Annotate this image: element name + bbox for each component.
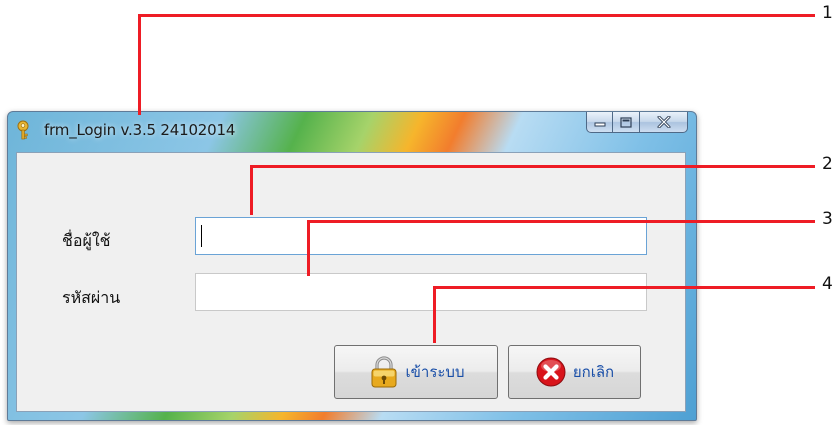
callout-number-1: 1 [822, 3, 833, 23]
callout-number-4: 4 [822, 274, 833, 294]
callout-line-4-horizontal [433, 286, 815, 289]
callout-line-2-vertical [250, 165, 253, 215]
callout-line-3-horizontal [307, 220, 815, 223]
callout-line-1-horizontal [138, 14, 815, 17]
red-x-circle-icon [536, 357, 566, 387]
caption-buttons [586, 112, 688, 134]
title-bar[interactable]: frm_Login v.3.5 24102014 [8, 112, 696, 150]
minimize-button[interactable] [586, 112, 613, 133]
callout-line-4-vertical [433, 286, 436, 343]
padlock-icon [371, 356, 397, 388]
login-window: frm_Login v.3.5 24102014 ชื่อผู้ใช้ รหัส… [7, 111, 697, 421]
maximize-icon [620, 116, 632, 128]
callout-line-1-vertical [138, 14, 141, 115]
close-icon [657, 116, 670, 128]
login-button[interactable]: เข้าระบบ [334, 345, 498, 399]
password-input[interactable] [195, 273, 647, 311]
callout-number-2: 2 [822, 154, 833, 174]
text-caret [201, 225, 202, 247]
password-label: รหัสผ่าน [62, 288, 121, 307]
key-icon [17, 120, 29, 140]
callout-line-3-vertical [307, 220, 310, 276]
cancel-button[interactable]: ยกเลิก [508, 345, 641, 399]
callout-line-2-horizontal [250, 165, 815, 168]
minimize-icon [594, 122, 605, 127]
maximize-button[interactable] [613, 112, 640, 133]
login-button-label: เข้าระบบ [405, 363, 465, 381]
username-label: ชื่อผู้ใช้ [62, 231, 111, 250]
window-title: frm_Login v.3.5 24102014 [44, 121, 236, 139]
login-form: ชื่อผู้ใช้ รหัสผ่าน เข้าระบบ ยกเลิก [16, 152, 686, 412]
callout-number-3: 3 [822, 209, 833, 229]
close-button[interactable] [640, 112, 688, 133]
cancel-button-label: ยกเลิก [572, 363, 615, 381]
